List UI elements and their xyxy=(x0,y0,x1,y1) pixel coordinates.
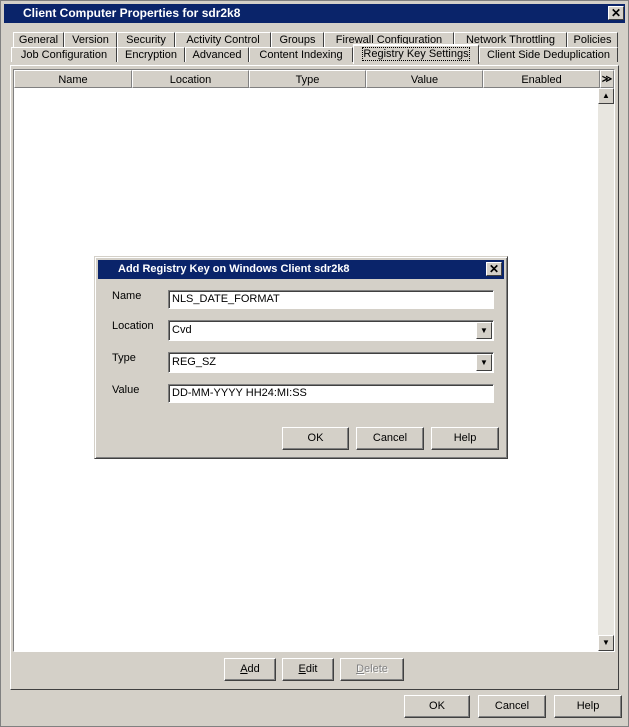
location-select[interactable]: Cvd ▼ xyxy=(168,320,494,341)
triangle-down-icon: ▼ xyxy=(602,638,610,647)
dialog-ok-button[interactable]: OK xyxy=(282,427,349,450)
column-chooser-button[interactable]: ≫ xyxy=(600,70,614,88)
window-titlebar: Client Computer Properties for sdr2k8 ✕ xyxy=(4,4,625,23)
triangle-up-icon: ▲ xyxy=(602,91,610,100)
tab-client-side-deduplication[interactable]: Client Side Deduplication xyxy=(479,47,618,62)
cancel-button[interactable]: Cancel xyxy=(478,695,546,718)
type-select[interactable]: REG_SZ ▼ xyxy=(168,352,494,373)
tab-policies[interactable]: Policies xyxy=(567,32,618,47)
scroll-down-button[interactable]: ▼ xyxy=(598,635,614,651)
tab-content-indexing[interactable]: Content Indexing xyxy=(249,47,353,62)
add-registry-key-dialog: Add Registry Key on Windows Client sdr2k… xyxy=(94,256,508,459)
column-header-name[interactable]: Name xyxy=(14,70,132,88)
column-header-location[interactable]: Location xyxy=(132,70,249,88)
ok-button[interactable]: OK xyxy=(404,695,470,718)
scroll-up-button[interactable]: ▲ xyxy=(598,88,614,104)
tab-registry-key-settings[interactable]: Registry Key Settings xyxy=(353,44,479,64)
tab-security[interactable]: Security xyxy=(117,32,175,47)
name-label: Name xyxy=(112,290,142,302)
delete-button[interactable]: Delete xyxy=(340,658,404,681)
edit-button[interactable]: Edit xyxy=(282,658,334,681)
tab-groups[interactable]: Groups xyxy=(271,32,324,47)
location-dropdown-button[interactable]: ▼ xyxy=(476,322,492,339)
dialog-cancel-button[interactable]: Cancel xyxy=(356,427,424,450)
value-label: Value xyxy=(112,384,140,396)
column-header-enabled[interactable]: Enabled xyxy=(483,70,600,88)
dialog-titlebar: Add Registry Key on Windows Client sdr2k… xyxy=(98,260,504,279)
name-field[interactable]: NLS_DATE_FORMAT xyxy=(168,290,494,309)
tab-job-configuration[interactable]: Job Configuration xyxy=(11,47,117,62)
type-dropdown-button[interactable]: ▼ xyxy=(476,354,492,371)
location-label: Location xyxy=(112,320,154,332)
help-button[interactable]: Help xyxy=(554,695,622,718)
tab-version[interactable]: Version xyxy=(64,32,117,47)
close-icon: ✕ xyxy=(488,262,500,276)
tab-advanced[interactable]: Advanced xyxy=(185,47,249,62)
add-button[interactable]: Add xyxy=(224,658,276,681)
dialog-help-button[interactable]: Help xyxy=(431,427,499,450)
window-close-button[interactable]: ✕ xyxy=(608,6,624,20)
dialog-close-button[interactable]: ✕ xyxy=(486,262,502,276)
chevron-down-icon: ▼ xyxy=(480,326,488,335)
column-header-type[interactable]: Type xyxy=(249,70,366,88)
close-icon: ✕ xyxy=(610,6,622,20)
column-header-value[interactable]: Value xyxy=(366,70,483,88)
tab-activity-control[interactable]: Activity Control xyxy=(175,32,271,47)
tab-encryption[interactable]: Encryption xyxy=(117,47,185,62)
window-title: Client Computer Properties for sdr2k8 xyxy=(23,6,241,20)
chevron-down-icon: ▼ xyxy=(480,358,488,367)
value-field[interactable]: DD-MM-YYYY HH24:MI:SS xyxy=(168,384,494,403)
tab-general[interactable]: General xyxy=(13,32,64,47)
type-label: Type xyxy=(112,352,136,364)
table-vertical-scrollbar[interactable]: ▲ ▼ xyxy=(598,88,614,651)
dialog-title: Add Registry Key on Windows Client sdr2k… xyxy=(118,263,350,275)
double-chevron-icon: ≫ xyxy=(601,74,613,85)
